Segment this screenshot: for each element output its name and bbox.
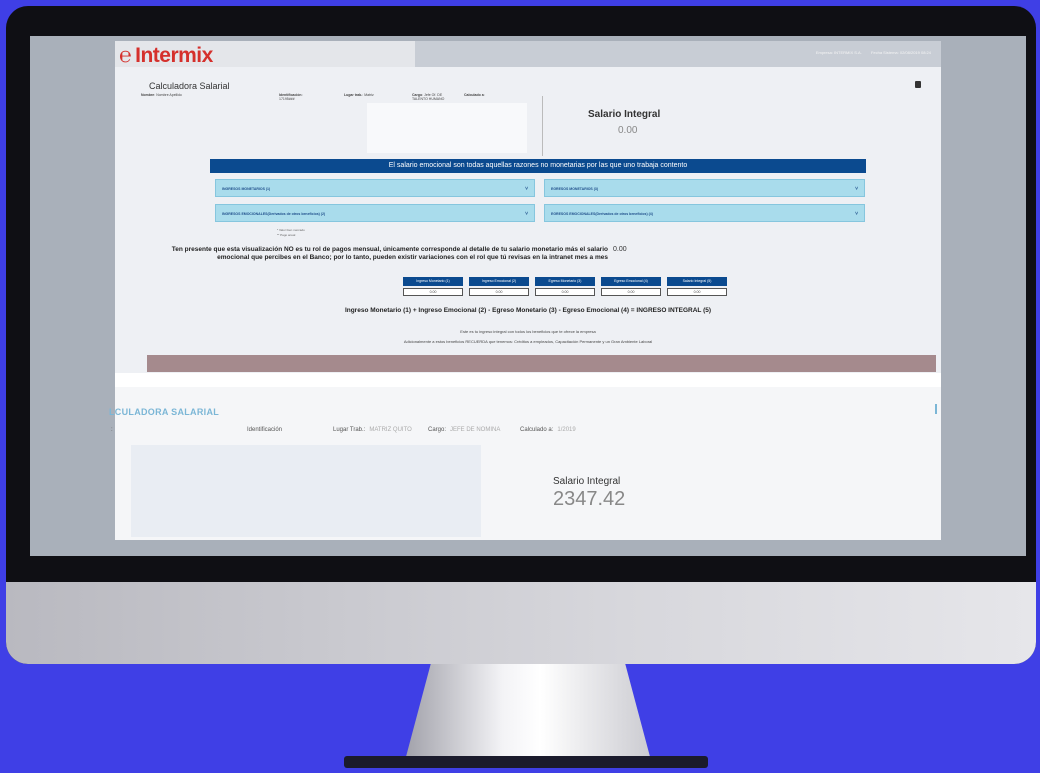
chevron-down-icon: ˅ xyxy=(525,186,528,192)
button-salario-integral[interactable]: Salario Integral (5) xyxy=(667,277,727,286)
monitor-frame: ℮ Intermix Empresa: INTERMIX S.A. Fecha S… xyxy=(6,6,1036,664)
description-line-2: Adicionalmente a estos beneficios RECUER… xyxy=(403,339,653,344)
description-line-1: Este es tu ingreso integral con todos lo… xyxy=(460,329,596,334)
profile-card xyxy=(367,103,527,153)
footer-bar xyxy=(147,355,936,372)
system-date: Fecha Sistema: 02/08/2019 08:24 xyxy=(870,50,931,55)
logo-area: ℮ Intermix xyxy=(115,41,415,67)
formula-text: Ingreso Monetario (1) + Ingreso Emociona… xyxy=(344,307,712,314)
disclaimer-value: 0.00 xyxy=(613,246,627,253)
calculator-app: ℮ Intermix Empresa: INTERMIX S.A. Fecha S… xyxy=(115,41,941,373)
chevron-down-icon: ˅ xyxy=(855,211,858,217)
salary-integral-label: Salario Integral xyxy=(588,109,661,120)
legend-notes: * Valor bien mercado ** Pago anual xyxy=(277,228,305,237)
field-cargo: Cargo: Jefe Of. DE TALENTO HUMANO xyxy=(412,93,445,101)
chevron-down-icon: ˅ xyxy=(855,186,858,192)
page-title: Calculadora Salarial xyxy=(149,81,230,91)
section-egresos-monetarios[interactable]: EGRESOS MONETARIOS (3) ˅ xyxy=(544,179,865,197)
calculator-app-secondary: LCULADORA SALARIAL : Identificación Luga… xyxy=(109,373,941,540)
disclaimer-text: Ten presente que esta visualización NO e… xyxy=(171,246,608,261)
company-info: Empresa: INTERMIX S.A. xyxy=(815,50,862,55)
button-egreso-emocional[interactable]: Egreso Emocional (4) xyxy=(601,277,661,286)
button-egreso-monetario[interactable]: Egreso Monetario (3) xyxy=(535,277,595,286)
emotional-salary-banner: El salario emocional son todas aquellas … xyxy=(210,159,866,173)
button-ingreso-emocional[interactable]: Ingreso Emocional (2) xyxy=(469,277,529,286)
secondary-salary-value: 2347.42 xyxy=(553,488,626,510)
scroll-indicator[interactable] xyxy=(935,404,937,414)
value-ingreso-emocional: 0.00 xyxy=(469,288,529,296)
secondary-field-calculado: Calculado a: 1/2019 xyxy=(520,427,576,433)
secondary-salary-label: Salario Integral xyxy=(553,476,621,487)
section-egresos-emocionales[interactable]: EGRESOS EMOCIONALES(Derivados de otros b… xyxy=(544,204,865,222)
secondary-field-cargo: Cargo: JEFE DE NOMINA xyxy=(428,427,501,433)
secondary-field-identificacion: Identificación xyxy=(247,427,283,433)
secondary-field-nombre: : xyxy=(111,427,113,433)
button-ingreso-monetario[interactable]: Ingreso Monetario (1) xyxy=(403,277,463,286)
section-ingresos-monetarios[interactable]: INGRESOS MONETARIOS (1) ˅ xyxy=(215,179,535,197)
salary-integral-value: 0.00 xyxy=(618,125,638,136)
field-identificacion: Identificación: 17195### xyxy=(279,93,303,101)
screen: ℮ Intermix Empresa: INTERMIX S.A. Fecha S… xyxy=(30,36,1026,556)
chevron-down-icon: ˅ xyxy=(525,211,528,217)
monitor-stand xyxy=(405,664,651,760)
field-nombre: Nombre: Nombre Apellido xyxy=(141,93,182,97)
monitor-chin xyxy=(6,582,1036,664)
top-bar: ℮ Intermix Empresa: INTERMIX S.A. Fecha S… xyxy=(115,41,941,67)
secondary-title: LCULADORA SALARIAL xyxy=(109,407,220,417)
secondary-field-lugar: Lugar Trab.: MATRIZ QUITO xyxy=(333,427,412,433)
value-ingreso-monetario: 0.00 xyxy=(403,288,463,296)
brand-logo: ℮ Intermix xyxy=(119,42,213,68)
divider xyxy=(542,96,543,156)
top-info: Empresa: INTERMIX S.A. Fecha Sistema: 02… xyxy=(808,50,931,55)
value-egreso-monetario: 0.00 xyxy=(535,288,595,296)
spacer xyxy=(115,373,941,387)
secondary-profile-card xyxy=(131,445,481,537)
monitor-stand-base xyxy=(344,756,708,768)
field-calculado: Calculado a: xyxy=(464,93,485,97)
value-egreso-emocional: 0.00 xyxy=(601,288,661,296)
logout-icon[interactable] xyxy=(915,81,921,88)
brand-symbol-icon: ℮ xyxy=(119,42,132,67)
section-ingresos-emocionales[interactable]: INGRESOS EMOCIONALES(Derivados de otros … xyxy=(215,204,535,222)
field-lugar: Lugar trab.: Matriz xyxy=(344,93,374,97)
value-salario-integral: 0.00 xyxy=(667,288,727,296)
brand-name: Intermix xyxy=(135,44,213,67)
